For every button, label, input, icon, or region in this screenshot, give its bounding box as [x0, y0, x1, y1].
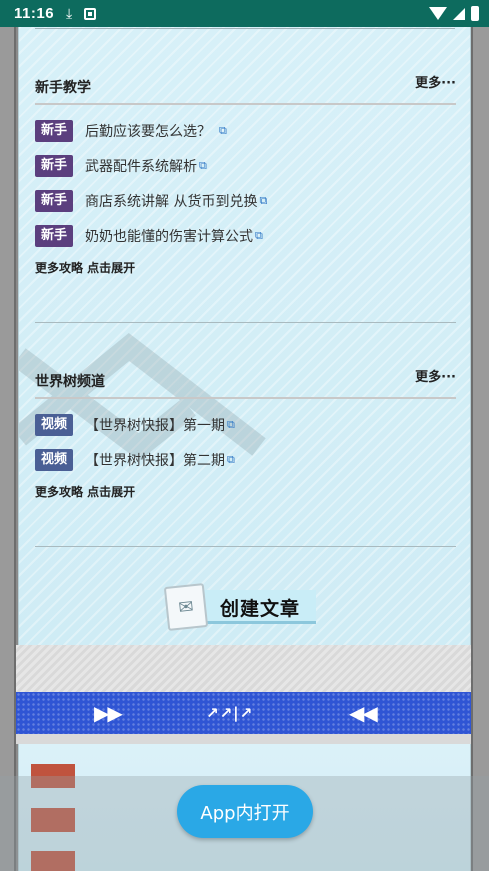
tag-badge: 视频: [35, 413, 73, 436]
tag-badge: 新手: [35, 154, 73, 177]
article-link[interactable]: 商店系统讲解 从货币到兑换: [85, 191, 257, 211]
signal-icon: [453, 7, 465, 20]
wifi-icon: [429, 7, 447, 20]
article-link[interactable]: 武器配件系统解析: [85, 156, 197, 176]
list-item[interactable]: 新手 后勤应该要怎么选？ ⧉: [35, 113, 456, 148]
tag-badge: 新手: [35, 189, 73, 212]
expand-more-link[interactable]: 更多攻略 点击展开: [35, 259, 456, 276]
document-icon: ✉: [163, 583, 209, 631]
page-frame-left: [0, 27, 16, 871]
arrow-left-icon: ◀◀: [349, 701, 378, 725]
section-divider: [35, 322, 456, 323]
section-worldtree-channel: 世界树频道 更多··· 视频 【世界树快报】第一期 ⧉ 视频 【世界树快报】第二…: [35, 365, 456, 500]
section-title: 世界树频道: [35, 374, 105, 390]
external-link-icon: ⧉: [255, 228, 263, 242]
section-gap: [16, 645, 471, 692]
list-item[interactable]: 新手 武器配件系统解析 ⧉: [35, 148, 456, 183]
video-link[interactable]: 【世界树快报】第一期: [85, 415, 225, 435]
banner-strip: [16, 734, 471, 744]
status-bar: 11:16 ⤓: [0, 0, 489, 27]
external-link-icon: ⧉: [227, 452, 235, 466]
more-link[interactable]: 更多···: [415, 72, 456, 91]
article-link[interactable]: 后勤应该要怎么选？: [85, 121, 211, 141]
status-time: 11:16: [14, 5, 55, 22]
section-beginner: 新手教学 更多··· 新手 后勤应该要怎么选？ ⧉ 新手 武器配件系统解析 ⧉ …: [35, 71, 456, 276]
section-title: 新手教学: [35, 80, 91, 96]
list-item[interactable]: 视频 【世界树快报】第一期 ⧉: [35, 407, 456, 442]
tag-badge: 视频: [35, 448, 73, 471]
external-link-icon: ⧉: [227, 417, 235, 431]
download-icon: ⤓: [66, 5, 73, 21]
decorative-banner: ▶▶ ↗↗|↗ ◀◀: [16, 692, 471, 734]
arrow-right-icon: ▶▶: [94, 701, 123, 725]
tag-badge: 新手: [35, 119, 73, 142]
article-link[interactable]: 奶奶也能懂的伤害计算公式: [85, 226, 253, 246]
create-article-label: 创建文章: [200, 590, 316, 624]
video-link[interactable]: 【世界树快报】第二期: [85, 450, 225, 470]
external-link-icon: ⧉: [199, 158, 207, 172]
external-link-icon: ⧉: [219, 123, 227, 137]
list-item[interactable]: 新手 商店系统讲解 从货币到兑换 ⧉: [35, 183, 456, 218]
create-article-button[interactable]: ✉ 创建文章: [163, 583, 324, 631]
top-divider: [35, 28, 455, 29]
section-divider: [35, 546, 456, 547]
battery-icon: [471, 6, 479, 21]
notification-icon: [84, 7, 97, 20]
list-item[interactable]: 新手 奶奶也能懂的伤害计算公式 ⧉: [35, 218, 456, 253]
more-link[interactable]: 更多···: [415, 366, 456, 385]
tag-badge: 新手: [35, 224, 73, 247]
open-in-app-button[interactable]: App内打开: [177, 785, 313, 838]
list-item[interactable]: 视频 【世界树快报】第二期 ⧉: [35, 442, 456, 477]
external-link-icon: ⧉: [259, 193, 268, 207]
expand-more-link[interactable]: 更多攻略 点击展开: [35, 483, 456, 500]
content-card: 新手教学 更多··· 新手 后勤应该要怎么选？ ⧉ 新手 武器配件系统解析 ⧉ …: [18, 27, 471, 645]
page-frame-right: [471, 27, 489, 871]
banner-center-icon: ↗↗|↗: [206, 704, 254, 722]
